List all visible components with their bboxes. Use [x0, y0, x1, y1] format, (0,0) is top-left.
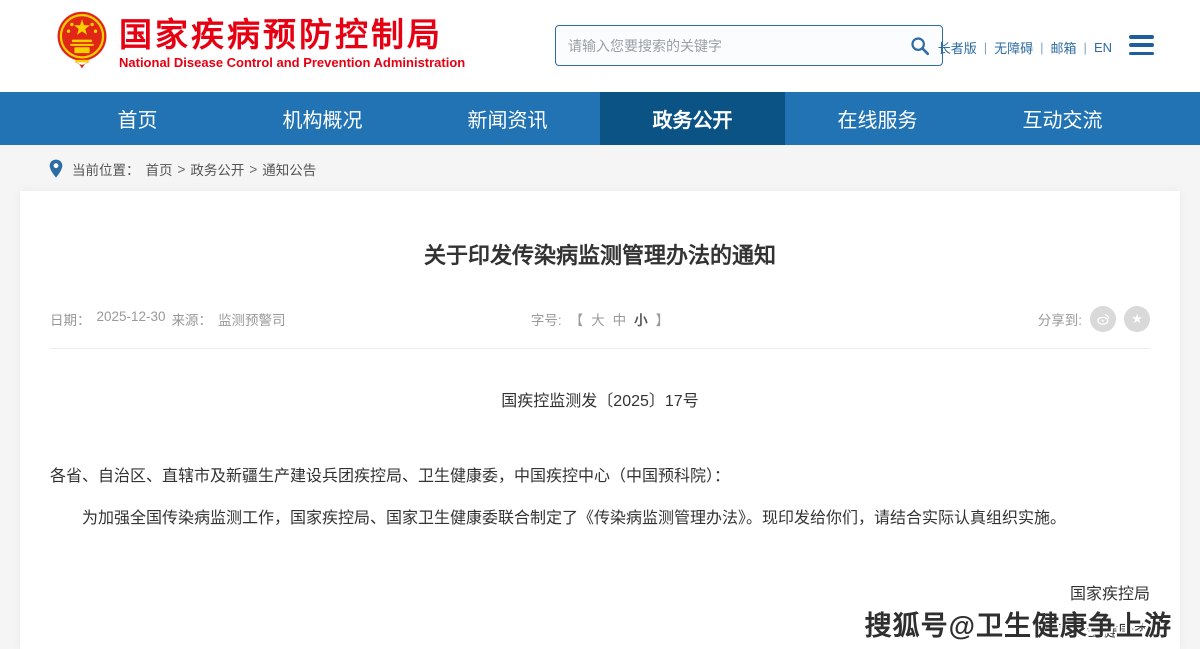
font-size-medium-button[interactable]: 中: [613, 309, 627, 329]
breadcrumb-notices[interactable]: 通知公告: [262, 159, 316, 179]
article-paragraph-recipients: 各省、自治区、直辖市及新疆生产建设兵团疾控局、卫生健康委，中国疾控中心（中国预科…: [50, 463, 1150, 490]
article-panel: 关于印发传染病监测管理办法的通知 日期： 2025-12-30 来源： 监测预警…: [20, 191, 1180, 649]
article-meta: 日期： 2025-12-30 来源： 监测预警司 字号: 【 大 中 小 】 分…: [50, 306, 1150, 349]
national-emblem-icon: [55, 7, 109, 79]
quick-link-separator: |: [1040, 40, 1043, 55]
breadcrumb-home[interactable]: 首页: [146, 159, 173, 179]
nav-item-home[interactable]: 首页: [45, 92, 230, 145]
date-label: 日期：: [50, 309, 91, 329]
weibo-icon: [1096, 312, 1111, 327]
search-input[interactable]: [556, 38, 898, 54]
nav-item-interaction[interactable]: 互动交流: [970, 92, 1155, 145]
font-size-bracket-close: 】: [656, 309, 670, 329]
nav-item-gov-affairs[interactable]: 政务公开: [600, 92, 785, 145]
search-box: [555, 25, 943, 66]
quick-links: 长者版 | 无障碍 | 邮箱 | EN: [938, 38, 1112, 57]
share-weibo-button[interactable]: [1090, 306, 1116, 332]
date-value: 2025-12-30: [97, 309, 166, 329]
font-size-control: 字号: 【 大 中 小 】: [531, 309, 669, 329]
font-size-large-button[interactable]: 大: [591, 309, 605, 329]
share-label: 分享到:: [1038, 309, 1082, 329]
nav-item-online-services[interactable]: 在线服务: [785, 92, 970, 145]
breadcrumb-separator: >: [178, 162, 186, 177]
link-mailbox[interactable]: 邮箱: [1051, 38, 1077, 57]
site-title-en: National Disease Control and Prevention …: [119, 55, 465, 70]
breadcrumb-separator: >: [249, 162, 257, 177]
search-icon: [909, 35, 931, 57]
link-english[interactable]: EN: [1094, 40, 1112, 55]
document-number: 国疾控监测发〔2025〕17号: [50, 387, 1150, 411]
quick-link-separator: |: [984, 40, 987, 55]
search-button[interactable]: [898, 26, 942, 65]
main-nav: 首页 机构概况 新闻资讯 政务公开 在线服务 互动交流: [0, 92, 1200, 145]
site-title-block: 国家疾病预防控制局 National Disease Control and P…: [119, 16, 465, 71]
link-accessibility[interactable]: 无障碍: [994, 38, 1033, 57]
site-header: 国家疾病预防控制局 National Disease Control and P…: [0, 0, 1200, 92]
share-controls: 分享到: ★: [669, 306, 1150, 332]
article-title: 关于印发传染病监测管理办法的通知: [50, 238, 1150, 270]
star-icon: ★: [1131, 311, 1143, 327]
nav-item-news[interactable]: 新闻资讯: [415, 92, 600, 145]
article-paragraph-body: 为加强全国传染病监测工作，国家疾控局、国家卫生健康委联合制定了《传染病监测管理办…: [50, 505, 1150, 532]
font-size-label: 字号:: [531, 309, 562, 329]
nav-item-about[interactable]: 机构概况: [230, 92, 415, 145]
font-size-small-button[interactable]: 小: [634, 309, 648, 329]
share-favorite-button[interactable]: ★: [1124, 306, 1150, 332]
article-meta-left: 日期： 2025-12-30 来源： 监测预警司: [50, 309, 531, 329]
site-title-zh: 国家疾病预防控制局: [119, 16, 465, 54]
main-nav-inner: 首页 机构概况 新闻资讯 政务公开 在线服务 互动交流: [45, 92, 1155, 145]
signature-nhc: 国家卫生健康委: [50, 617, 1150, 641]
site-logo[interactable]: 国家疾病预防控制局 National Disease Control and P…: [55, 7, 465, 79]
quick-link-separator: |: [1084, 40, 1087, 55]
breadcrumb: 当前位置： 首页 > 政务公开 > 通知公告: [0, 145, 1200, 193]
source-value: 监测预警司: [218, 309, 286, 329]
menu-icon[interactable]: [1129, 35, 1154, 55]
source-label: 来源：: [172, 309, 213, 329]
font-size-bracket-open: 【: [570, 309, 584, 329]
signature-ndcpa: 国家疾控局: [50, 580, 1150, 604]
link-elder-version[interactable]: 长者版: [938, 38, 977, 57]
breadcrumb-label: 当前位置：: [72, 159, 140, 179]
location-pin-icon: [48, 159, 64, 179]
breadcrumb-gov-affairs[interactable]: 政务公开: [190, 159, 244, 179]
